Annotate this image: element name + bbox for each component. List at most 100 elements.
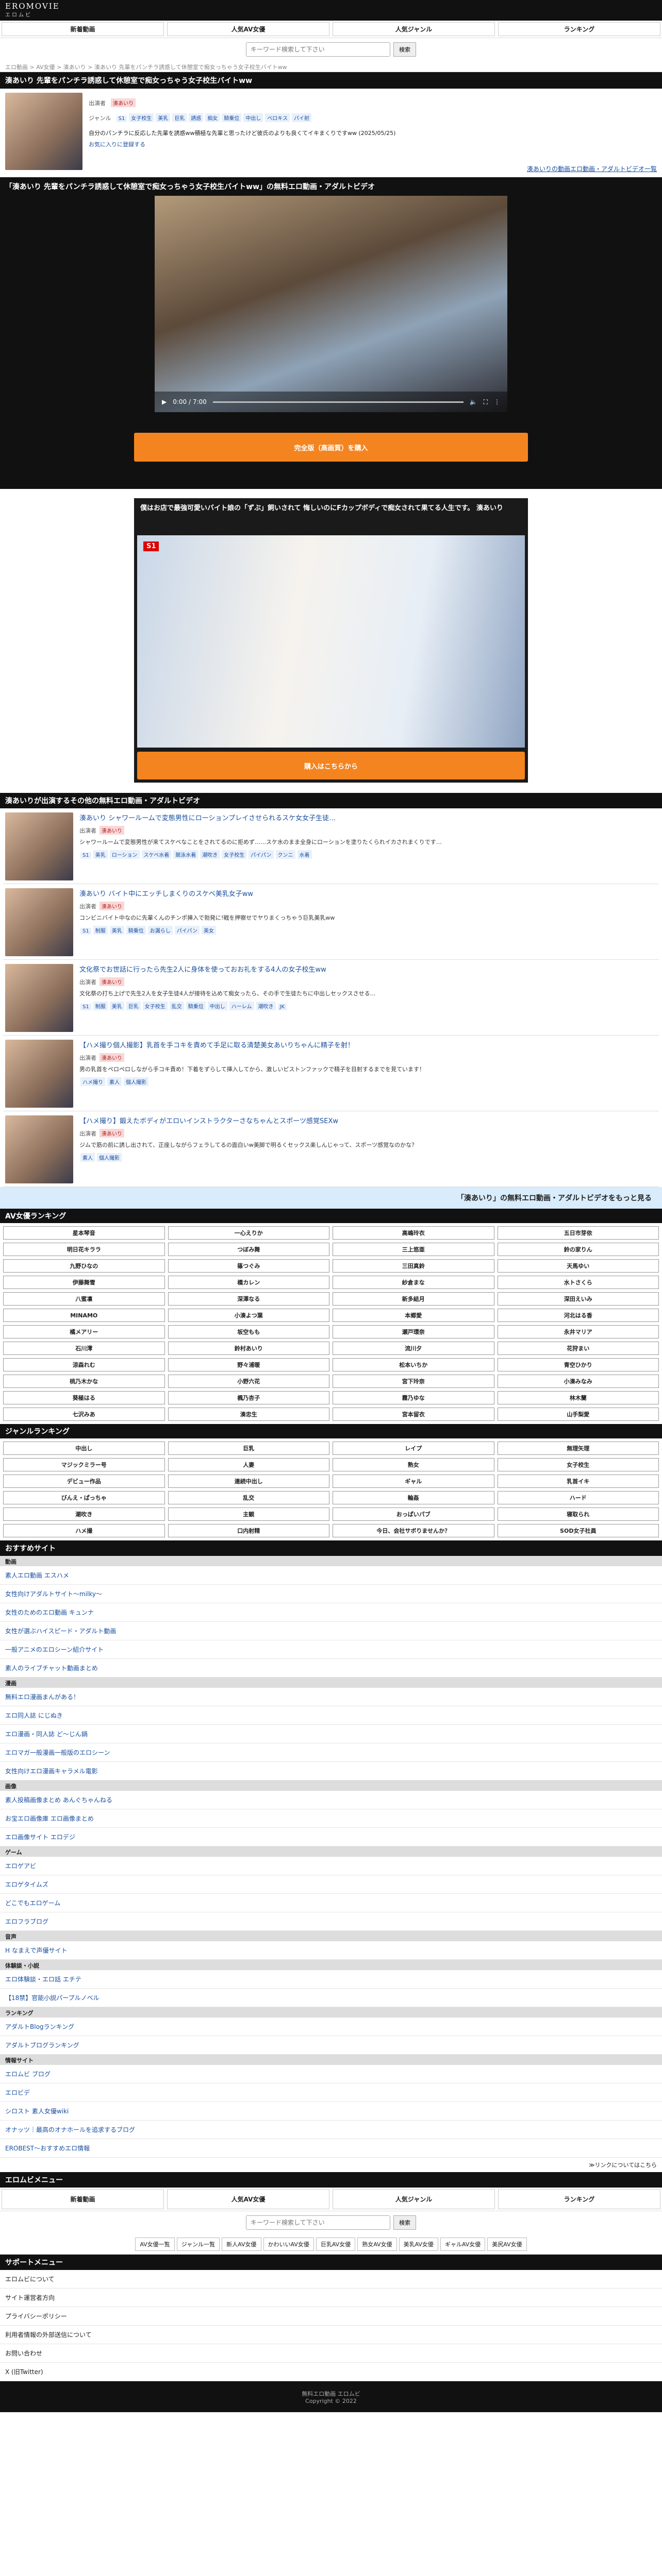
menu-ranking[interactable]: ランキング bbox=[498, 2189, 660, 2209]
genre-ranking-item[interactable]: SOD女子社員 bbox=[497, 1524, 659, 1537]
actress-ranking-item[interactable]: 一心えりか bbox=[168, 1226, 329, 1240]
support-link[interactable]: エロムビについて bbox=[0, 2270, 662, 2289]
related-tag[interactable]: S1 bbox=[80, 852, 91, 859]
related-tag[interactable]: クンニ bbox=[275, 850, 295, 859]
actress-tag[interactable]: 湊あいり bbox=[111, 98, 136, 107]
actress-ranking-item[interactable]: 橘メアリー bbox=[3, 1325, 165, 1338]
buy-full-button[interactable]: 完全版（高画質）を購入 bbox=[134, 433, 528, 462]
related-actress-tag[interactable]: 湊あいり bbox=[100, 826, 124, 835]
related-more-link[interactable]: 「湊あいり」の無料エロ動画・アダルトビデオをもっと見る bbox=[0, 1187, 662, 1209]
related-tag[interactable]: 美乳 bbox=[93, 850, 108, 859]
recommend-link[interactable]: 女性向けエロ漫画キャラメル電影 bbox=[0, 1762, 662, 1781]
recommend-link[interactable]: エロマガ一般漫画一般版のエロシーン bbox=[0, 1743, 662, 1762]
genre-ranking-item[interactable]: 人妻 bbox=[168, 1458, 329, 1471]
genre-tag[interactable]: パイ射 bbox=[292, 113, 312, 122]
related-thumbnail[interactable] bbox=[5, 1040, 73, 1108]
actress-ranking-item[interactable]: 新多結月 bbox=[333, 1292, 494, 1306]
actress-ranking-item[interactable]: つぼみ舞 bbox=[168, 1243, 329, 1256]
related-tag[interactable]: パイパン bbox=[174, 926, 200, 935]
recommend-link[interactable]: エロ画像サイト エロデジ bbox=[0, 1828, 662, 1846]
related-tag[interactable]: 巨乳 bbox=[126, 1002, 141, 1010]
actress-ranking-item[interactable]: 瀬戸環奈 bbox=[333, 1325, 494, 1338]
actress-ranking-item[interactable]: 九野ひなの bbox=[3, 1259, 165, 1273]
actress-ranking-item[interactable]: 永井マリア bbox=[497, 1325, 659, 1338]
genre-ranking-item[interactable]: ギャル bbox=[333, 1475, 494, 1488]
recommend-link[interactable]: エロビデ bbox=[0, 2083, 662, 2102]
related-actress-tag[interactable]: 湊あいり bbox=[100, 902, 124, 910]
nav-actress[interactable]: 人気AV女優 bbox=[167, 22, 329, 36]
actress-ranking-item[interactable]: 高嶋玲衣 bbox=[333, 1226, 494, 1240]
footer-site-name[interactable]: 無料エロ動画 エロムビ bbox=[302, 2389, 360, 2398]
related-tag[interactable]: 女子校生 bbox=[222, 850, 247, 859]
actress-ranking-item[interactable]: 五日市芽依 bbox=[497, 1226, 659, 1240]
actress-ranking-item[interactable]: 紗倉まな bbox=[333, 1276, 494, 1289]
menu-search-button[interactable]: 検索 bbox=[393, 2215, 416, 2230]
menu-search-input[interactable] bbox=[246, 2215, 390, 2230]
genre-ranking-item[interactable]: 中出し bbox=[3, 1442, 165, 1455]
related-tag[interactable]: 潮吹き bbox=[256, 1002, 276, 1010]
actress-ranking-item[interactable]: 鈴村あいり bbox=[168, 1342, 329, 1355]
recommend-link[interactable]: 一般アニメのエロシーン紹介サイト bbox=[0, 1640, 662, 1659]
ad-box[interactable]: 僕はお店で最強可愛いバイト娘の「ずぶ」飼いされて 悔しいのにFカップボディで痴女… bbox=[134, 498, 528, 783]
related-tag[interactable]: 女子校生 bbox=[142, 1002, 168, 1010]
related-tag[interactable]: 騎乗位 bbox=[126, 926, 146, 935]
support-link[interactable]: プライバシーポリシー bbox=[0, 2307, 662, 2326]
menu-genre[interactable]: 人気ジャンル bbox=[333, 2189, 495, 2209]
related-tag[interactable]: 素人 bbox=[80, 1153, 95, 1162]
actress-ranking-item[interactable]: 水トさくら bbox=[497, 1276, 659, 1289]
recommend-link[interactable]: アダルトブログランキング bbox=[0, 2036, 662, 2055]
related-tag[interactable]: 競泳水着 bbox=[173, 850, 198, 859]
actress-ranking-item[interactable]: 河北はる香 bbox=[497, 1309, 659, 1322]
recommend-link[interactable]: エロ漫画・同人誌 ど〜じん鍋 bbox=[0, 1725, 662, 1743]
actress-ranking-item[interactable]: 深田えいみ bbox=[497, 1292, 659, 1306]
progress-bar[interactable] bbox=[212, 401, 464, 403]
recommend-link[interactable]: 素人投稿画像まとめ あんぐちゃんねる bbox=[0, 1791, 662, 1809]
related-tag[interactable]: 美女 bbox=[202, 926, 217, 935]
actress-ranking-item[interactable]: 三上悠亜 bbox=[333, 1243, 494, 1256]
genre-tag[interactable]: 誘惑 bbox=[189, 113, 204, 122]
actress-ranking-item[interactable]: 花狩まい bbox=[497, 1342, 659, 1355]
related-item[interactable]: 文化祭でお世話に行ったら先生2人に身体を使っておお礼をする4人の女子校生ww 出演… bbox=[3, 960, 659, 1036]
genre-ranking-item[interactable]: 女子校生 bbox=[497, 1458, 659, 1471]
actress-ranking-item[interactable]: 小野六花 bbox=[168, 1375, 329, 1388]
nav-ranking[interactable]: ランキング bbox=[498, 22, 660, 36]
related-tag[interactable]: 個人撮影 bbox=[97, 1153, 122, 1162]
search-button[interactable]: 検索 bbox=[393, 42, 416, 57]
genre-ranking-item[interactable]: 輪姦 bbox=[333, 1491, 494, 1504]
actress-ranking-item[interactable]: 本郷愛 bbox=[333, 1309, 494, 1322]
menu-sublink[interactable]: 美乳AV女優 bbox=[399, 2238, 438, 2251]
actress-ranking-item[interactable]: 松本いちか bbox=[333, 1358, 494, 1371]
related-thumbnail[interactable] bbox=[5, 1115, 73, 1183]
related-item[interactable]: 【ハメ撮り】鍛えたボディがエロいインストラクターさなちゃんとスポーツ感覚SEXw… bbox=[3, 1111, 659, 1187]
related-tag[interactable]: 美乳 bbox=[109, 926, 124, 935]
recommend-link[interactable]: エロフラブログ bbox=[0, 1912, 662, 1931]
menu-sublink[interactable]: 巨乳AV女優 bbox=[316, 2238, 356, 2251]
genre-ranking-item[interactable]: おっぱいパブ bbox=[333, 1507, 494, 1521]
actress-ranking-item[interactable]: 宮本留衣 bbox=[333, 1408, 494, 1421]
actress-ranking-item[interactable]: 篠つぐみ bbox=[168, 1259, 329, 1273]
site-logo[interactable]: EROMOVIE bbox=[5, 2, 657, 10]
related-actress-tag[interactable]: 湊あいり bbox=[100, 1129, 124, 1138]
related-title[interactable]: 文化祭でお世話に行ったら先生2人に身体を使っておお礼をする4人の女子校生ww bbox=[79, 964, 657, 974]
related-tag[interactable]: ローション bbox=[109, 850, 140, 859]
recommend-link[interactable]: 素人エロ動画 エスハメ bbox=[0, 1566, 662, 1585]
related-tag[interactable]: 騎乗位 bbox=[186, 1002, 206, 1010]
actress-ranking-item[interactable]: 深澤なる bbox=[168, 1292, 329, 1306]
actress-ranking-item[interactable]: 青空ひかり bbox=[497, 1358, 659, 1371]
actress-ranking-item[interactable]: 葵極はる bbox=[3, 1391, 165, 1404]
genre-ranking-item[interactable]: 巨乳 bbox=[168, 1442, 329, 1455]
related-item[interactable]: 湊あいり シャワールームで変態男性にローションプレイさせられるスケ女女子生徒… 出… bbox=[3, 808, 659, 884]
favorite-link[interactable]: お気に入りに登録する bbox=[89, 140, 657, 148]
actress-ranking-item[interactable]: 八蜜凛 bbox=[3, 1292, 165, 1306]
menu-new[interactable]: 新着動画 bbox=[2, 2189, 164, 2209]
related-actress-tag[interactable]: 湊あいり bbox=[100, 977, 124, 986]
menu-sublink[interactable]: ジャンル一覧 bbox=[176, 2238, 220, 2251]
recommend-link[interactable]: エロゲタイムズ bbox=[0, 1875, 662, 1894]
menu-sublink[interactable]: 新人AV女優 bbox=[222, 2238, 261, 2251]
genre-tag[interactable]: S1 bbox=[116, 115, 127, 122]
breadcrumb[interactable]: エロ動画 > AV女優 > 湊あいり > 湊あいり 先輩をパンチラ誘惑して休憩室… bbox=[0, 61, 662, 72]
genre-tag[interactable]: 騎乗位 bbox=[222, 113, 242, 122]
actress-ranking-item[interactable]: 天馬ゆい bbox=[497, 1259, 659, 1273]
volume-icon[interactable]: 🔈 bbox=[470, 398, 477, 405]
menu-actress[interactable]: 人気AV女優 bbox=[167, 2189, 329, 2209]
